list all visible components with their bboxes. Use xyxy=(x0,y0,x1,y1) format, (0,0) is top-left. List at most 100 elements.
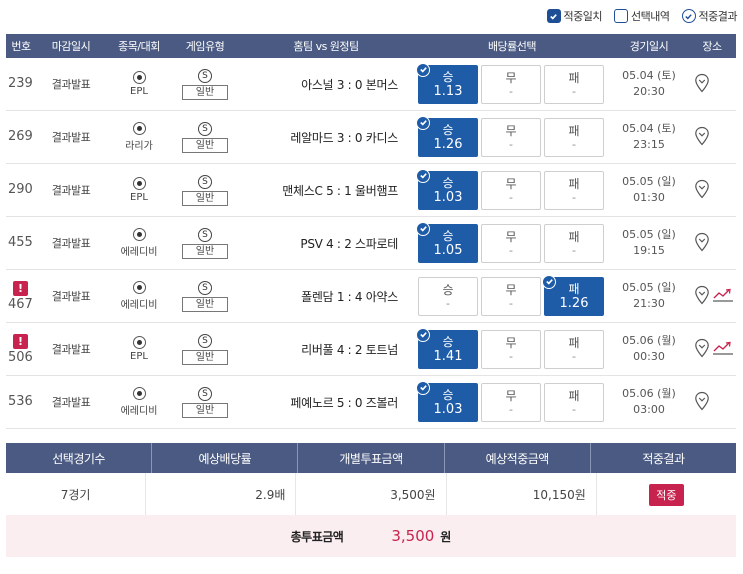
odds-button[interactable]: 무- xyxy=(481,382,541,422)
league-name: 라리가 xyxy=(125,141,153,152)
odds-button[interactable]: 승 1.03 xyxy=(416,380,478,422)
selected-check-icon xyxy=(416,115,430,130)
game-datetime: 05.05 (일) 19:15 xyxy=(610,227,688,259)
summary-bet: 3,500원 xyxy=(296,473,447,516)
deadline-status: 결과발표 xyxy=(51,290,91,303)
selected-check-icon xyxy=(416,168,430,183)
place-cell xyxy=(688,391,736,414)
total-amount: 3,500 xyxy=(391,527,435,545)
location-pin-icon[interactable] xyxy=(694,391,710,414)
odds-button[interactable]: 패- xyxy=(544,170,604,210)
game-date: 05.04 (토) xyxy=(622,69,676,82)
location-pin-icon[interactable] xyxy=(694,338,710,361)
deadline-status: 결과발표 xyxy=(51,237,91,250)
odds-label: 무 xyxy=(505,230,517,244)
odds-button[interactable]: 무- xyxy=(481,64,541,104)
league-cell: 에레디비 xyxy=(106,387,172,417)
odds-value: - xyxy=(572,244,576,257)
odds-group: 승 1.41 무 - 패 - xyxy=(414,327,610,369)
filter-checkbox[interactable]: 선택내역 xyxy=(614,8,670,24)
odds-button[interactable]: 무- xyxy=(481,117,541,157)
selected-check-icon xyxy=(416,221,430,236)
odds-button[interactable]: 승- xyxy=(418,276,478,316)
trend-chart-icon[interactable] xyxy=(712,340,734,359)
odds-label: 패 xyxy=(568,124,580,138)
odds-value: - xyxy=(572,403,576,416)
summary-header-bet: 개별투표금액 xyxy=(298,443,445,473)
summary-header-games: 선택경기수 xyxy=(6,443,153,473)
game-number: 290 xyxy=(8,182,33,197)
place-cell xyxy=(688,73,736,96)
filter-checkbox[interactable]: 적중결과 xyxy=(681,8,738,24)
game-type-label: 일반 xyxy=(182,243,228,259)
filter-checkbox[interactable]: 적중일치 xyxy=(546,8,603,24)
game-time: 21:30 xyxy=(633,297,665,310)
odds-value: - xyxy=(572,350,576,363)
odds-button[interactable]: 패- xyxy=(544,117,604,157)
odds-button[interactable]: 패- xyxy=(544,382,604,422)
header-num: 번호 xyxy=(11,40,31,53)
league-cell: EPL xyxy=(106,71,172,97)
odds-label: 승 xyxy=(442,334,454,349)
odds-label: 패 xyxy=(568,336,580,350)
match-result: 리버풀 4 : 2 토트넘 xyxy=(301,342,398,357)
match-result: 폴렌담 1 : 4 아약스 xyxy=(301,289,398,304)
odds-label: 패 xyxy=(568,71,580,85)
odds-group: 승 1.26 무 - 패 - xyxy=(414,115,610,157)
location-pin-icon[interactable] xyxy=(694,179,710,202)
deadline-status: 결과발표 xyxy=(51,131,91,144)
deadline-status: 결과발표 xyxy=(51,396,91,409)
odds-value: - xyxy=(509,244,513,257)
odds-button[interactable]: 승 1.41 xyxy=(416,327,478,369)
odds-button[interactable]: 패 1.26 xyxy=(542,274,604,316)
summary-header-result: 적중결과 xyxy=(642,451,685,466)
location-pin-icon[interactable] xyxy=(694,285,710,308)
odds-button[interactable]: 승 1.05 xyxy=(416,221,478,263)
odds-button[interactable]: 승 1.26 xyxy=(416,115,478,157)
alert-icon: ! xyxy=(13,333,28,349)
single-game-icon: S xyxy=(198,68,212,83)
game-date: 05.06 (월) xyxy=(622,387,676,400)
deadline-status: 결과발표 xyxy=(51,184,91,197)
match-result: 맨체스C 5 : 1 울버햄프 xyxy=(282,183,398,198)
filter-label: 선택내역 xyxy=(631,10,670,23)
odds-button[interactable]: 무- xyxy=(481,223,541,263)
odds-button[interactable]: 패- xyxy=(544,64,604,104)
selected-check-icon xyxy=(416,62,430,77)
soccer-ball-icon xyxy=(132,228,146,241)
game-type-cell: S 일반 xyxy=(172,121,238,153)
odds-button[interactable]: 무- xyxy=(481,276,541,316)
game-date: 05.06 (월) xyxy=(622,334,676,347)
game-type-label: 일반 xyxy=(182,137,228,153)
odds-value: - xyxy=(509,297,513,310)
odds-button[interactable]: 무- xyxy=(481,170,541,210)
league-cell: 에레디비 xyxy=(106,281,172,311)
odds-group: 승 1.05 무 - 패 - xyxy=(414,221,610,263)
selected-check-icon xyxy=(416,380,430,395)
table-row: ! 467 결과발표 에레디비 S 일반 폴렌담 1 : 4 아약스 승 - 무 - 패 1.26 05.… xyxy=(6,270,736,323)
soccer-ball-icon xyxy=(132,177,146,190)
game-datetime: 05.05 (일) 21:30 xyxy=(610,280,688,312)
league-name: 에레디비 xyxy=(120,300,158,311)
odds-value: 1.03 xyxy=(433,401,463,417)
game-number: 506 xyxy=(8,349,33,365)
odds-button[interactable]: 무- xyxy=(481,329,541,369)
check-circle-icon xyxy=(681,9,696,23)
odds-button[interactable]: 패- xyxy=(544,329,604,369)
odds-button[interactable]: 승 1.03 xyxy=(416,168,478,210)
game-date: 05.05 (일) xyxy=(622,281,676,294)
location-pin-icon[interactable] xyxy=(694,126,710,149)
odds-button[interactable]: 승 1.13 xyxy=(416,62,478,104)
odds-label: 무 xyxy=(505,124,517,138)
location-pin-icon[interactable] xyxy=(694,73,710,96)
game-datetime: 05.06 (월) 00:30 xyxy=(610,333,688,365)
checkbox-icon xyxy=(546,9,561,23)
odds-button[interactable]: 패- xyxy=(544,223,604,263)
location-pin-icon[interactable] xyxy=(694,232,710,255)
soccer-ball-icon xyxy=(132,122,146,135)
game-number: 455 xyxy=(8,235,33,250)
trend-chart-icon[interactable] xyxy=(712,287,734,306)
summary-table: 선택경기수 예상배당률 개별투표금액 예상적중금액 적중결과 7경기 2.9배 … xyxy=(6,443,736,517)
summary-expected: 10,150원 xyxy=(447,473,597,516)
filter-label: 적중결과 xyxy=(698,10,738,23)
